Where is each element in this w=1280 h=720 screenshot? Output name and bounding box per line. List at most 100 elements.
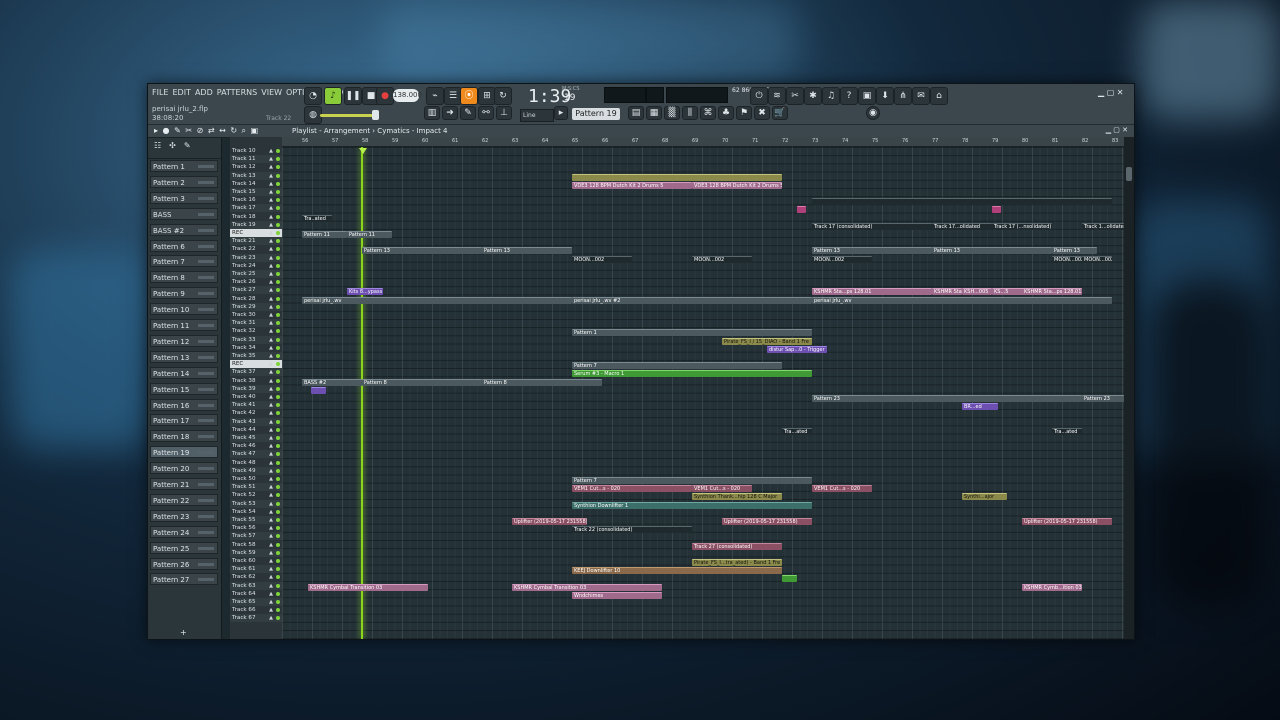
track-header[interactable]: Track 27 ▲ xyxy=(230,286,282,295)
track-header[interactable]: Track 41 ▲ xyxy=(230,401,282,410)
track-header[interactable]: Track 58 ▲ xyxy=(230,541,282,549)
track-arrow-icon[interactable]: ▲ xyxy=(269,254,273,262)
playlist-clip[interactable]: Track 22 (consolidated) xyxy=(572,526,692,534)
track-mute-led[interactable] xyxy=(276,550,280,555)
track-arrow-icon[interactable]: ▲ xyxy=(269,467,273,475)
playlist-clip[interactable]: VDE3 128 BPM Dutch Kit 2 Drums 5 xyxy=(572,181,692,189)
playhead-marker[interactable] xyxy=(359,148,367,154)
track-arrow-icon[interactable]: ▲ xyxy=(269,409,273,417)
track-arrow-icon[interactable]: ▲ xyxy=(269,311,273,319)
playlist-clip[interactable]: Track 17...olidated xyxy=(932,222,992,230)
track-mute-led[interactable] xyxy=(276,616,280,621)
pattern-arrow-icon[interactable]: ▸ xyxy=(554,106,568,120)
track-header[interactable]: Track 60 ▲ xyxy=(230,557,282,565)
browser-view-icon[interactable]: ⌘ xyxy=(700,106,716,120)
track-arrow-icon[interactable]: ▲ xyxy=(269,426,273,434)
track-mute-led[interactable] xyxy=(276,149,280,153)
playhead[interactable] xyxy=(361,147,363,639)
pattern-item[interactable]: Pattern 7 xyxy=(150,255,218,268)
step-edit-icon[interactable]: ⦿ xyxy=(460,87,478,105)
track-arrow-icon[interactable]: ▲ xyxy=(269,573,273,581)
track-header[interactable]: Track 17 ▲ xyxy=(230,204,282,213)
track-mute-led[interactable] xyxy=(276,173,280,178)
track-header[interactable]: Track 54 ▲ xyxy=(230,508,282,516)
pattern-item[interactable]: Pattern 3 xyxy=(150,191,218,204)
master-volume-knob[interactable] xyxy=(372,110,379,120)
track-header[interactable]: Track 44 ▲ xyxy=(230,426,282,434)
track-mute-led[interactable] xyxy=(276,559,280,563)
track-arrow-icon[interactable]: ▲ xyxy=(269,163,273,171)
brush-icon[interactable]: ✎ xyxy=(460,106,476,120)
menu-patterns[interactable]: PATTERNS xyxy=(217,88,257,97)
track-mute-led[interactable] xyxy=(276,214,280,219)
playlist-clip[interactable]: BASS #2 xyxy=(302,378,362,386)
window-controls[interactable]: ▁ ▢ ✕ xyxy=(1098,88,1124,97)
playlist-clip[interactable] xyxy=(782,575,797,583)
track-mute-led[interactable] xyxy=(276,485,280,490)
help-icon[interactable]: ? xyxy=(840,87,858,105)
track-arrow-icon[interactable]: ▲ xyxy=(269,196,273,204)
track-arrow-icon[interactable]: ▲ xyxy=(269,229,273,237)
track-mute-led[interactable] xyxy=(276,255,280,260)
playlist-tools[interactable]: ▸ ● ✎ ✂ ⊘ ⇄ ↔ ↻ ⌕ ▣ xyxy=(154,126,259,136)
plugin-db-icon[interactable]: ♣ xyxy=(718,106,734,120)
track-arrow-icon[interactable]: ▲ xyxy=(269,442,273,450)
browser-icon[interactable]: ⋔ xyxy=(894,87,912,105)
track-header[interactable]: Track 51 ▲ xyxy=(230,483,282,492)
track-arrow-icon[interactable]: ▲ xyxy=(269,303,273,311)
track-mute-led[interactable] xyxy=(276,419,280,424)
playlist-clip[interactable]: MOON...002 xyxy=(572,255,632,263)
playlist-clip[interactable]: Pattern 13 xyxy=(1052,247,1097,255)
mixer-icon[interactable]: ≋ xyxy=(768,87,786,105)
arrow-right-icon[interactable]: ➜ xyxy=(442,106,458,120)
track-arrow-icon[interactable]: ▲ xyxy=(269,377,273,385)
playlist-clip[interactable]: VEM1 Cut...s - 020 xyxy=(572,485,692,493)
track-mute-led[interactable] xyxy=(276,452,280,457)
menu-file[interactable]: FILE xyxy=(152,88,168,97)
track-arrow-icon[interactable]: ▲ xyxy=(269,344,273,352)
browser-channel-view-icon[interactable]: ☷ xyxy=(154,141,161,155)
track-mute-led[interactable] xyxy=(276,460,280,465)
pattern-item[interactable]: Pattern 20 xyxy=(150,462,218,475)
track-arrow-icon[interactable]: ▲ xyxy=(269,598,273,606)
track-header[interactable]: Track 49 ▲ xyxy=(230,466,282,475)
playlist-clip[interactable]: perisai jrlu_.wv #2 xyxy=(572,296,812,304)
track-mute-led[interactable] xyxy=(276,288,280,293)
playlist-icon[interactable]: ▤ xyxy=(628,106,644,120)
playlist-clip[interactable]: Pirate_FS_I / 15_DIAO - Band 1 Fre xyxy=(722,337,812,345)
playlist-clip[interactable]: KEEJ Downlifter 10 xyxy=(572,567,782,575)
render-icon[interactable]: ⬇ xyxy=(876,87,894,105)
track-header[interactable]: Track 50 ▲ xyxy=(230,475,282,483)
track-mute-led[interactable] xyxy=(276,231,280,235)
stamp-icon[interactable]: ⊥ xyxy=(496,106,512,120)
playlist-clip[interactable]: Tra...ated xyxy=(782,427,812,435)
track-header[interactable]: Track 33 ▲ xyxy=(230,335,282,344)
save-icon[interactable]: ▣ xyxy=(858,87,876,105)
playlist-clip[interactable]: Pattern 11 xyxy=(302,231,347,238)
track-arrow-icon[interactable]: ▲ xyxy=(269,221,273,229)
track-arrow-icon[interactable]: ▲ xyxy=(269,172,273,180)
track-arrow-icon[interactable]: ▲ xyxy=(269,319,273,327)
track-mute-led[interactable] xyxy=(276,608,280,613)
track-header[interactable]: Track 34 ▲ xyxy=(230,344,282,352)
pattern-item[interactable]: Pattern 17 xyxy=(150,414,218,427)
playlist-clip[interactable]: Tra...ated xyxy=(1052,427,1082,435)
track-header[interactable]: Track 22 ▲ xyxy=(230,245,282,253)
pattern-item[interactable]: BASS #2 xyxy=(150,223,218,236)
track-mute-led[interactable] xyxy=(276,157,280,162)
track-header[interactable]: Track 14 ▲ xyxy=(230,180,282,188)
track-arrow-icon[interactable]: ▲ xyxy=(269,459,273,467)
playlist-clip[interactable]: KSH...005 xyxy=(962,288,992,296)
pattern-item[interactable]: BASS xyxy=(150,207,218,220)
playlist-clip[interactable]: BR...ed xyxy=(962,403,998,411)
track-mute-led[interactable] xyxy=(276,477,280,481)
track-header[interactable]: Track 47 ▲ xyxy=(230,450,282,459)
track-header[interactable]: Track 30 ▲ xyxy=(230,311,282,319)
playlist-clip[interactable]: Pattern 13 xyxy=(932,247,1052,255)
track-mute-led[interactable] xyxy=(276,542,280,547)
tools-icon[interactable]: ✖ xyxy=(754,106,770,120)
track-header[interactable]: Track 26 ▲ xyxy=(230,278,282,286)
track-mute-led[interactable] xyxy=(276,280,280,285)
pattern-item[interactable]: Pattern 26 xyxy=(150,557,218,570)
playlist-clip[interactable] xyxy=(572,173,782,181)
